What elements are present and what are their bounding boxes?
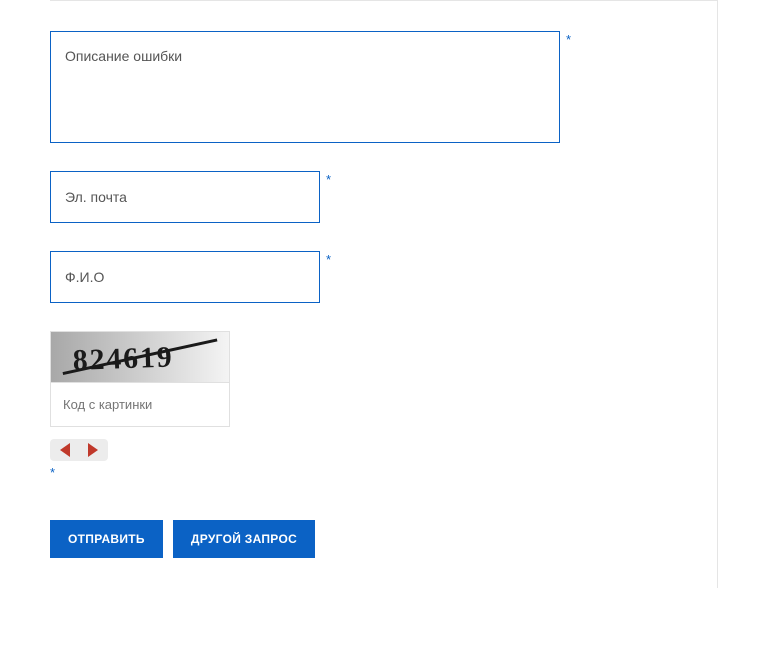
submit-button[interactable]: ОТПРАВИТЬ — [50, 520, 163, 558]
captcha-image: 824619 — [51, 332, 229, 382]
other-request-button[interactable]: ДРУГОЙ ЗАПРОС — [173, 520, 315, 558]
fullname-row: * — [50, 251, 718, 303]
top-divider — [50, 0, 718, 1]
required-mark: * — [50, 465, 718, 480]
required-mark: * — [566, 31, 571, 46]
email-row: * — [50, 171, 718, 223]
email-field[interactable] — [50, 171, 320, 223]
button-row: ОТПРАВИТЬ ДРУГОЙ ЗАПРОС — [50, 520, 718, 558]
fullname-field[interactable] — [50, 251, 320, 303]
captcha-controls — [50, 439, 108, 461]
description-textarea[interactable] — [50, 31, 560, 143]
captcha-prev-icon[interactable] — [60, 443, 70, 457]
captcha-next-icon[interactable] — [88, 443, 98, 457]
required-mark: * — [326, 171, 331, 186]
required-mark: * — [326, 251, 331, 266]
captcha-input[interactable] — [51, 382, 229, 426]
error-report-form: * * * 824619 * ОТПРАВИТЬ ДРУГОЙ ЗАПРОС — [0, 0, 768, 608]
captcha-block: 824619 — [50, 331, 230, 427]
description-row: * — [50, 31, 718, 143]
